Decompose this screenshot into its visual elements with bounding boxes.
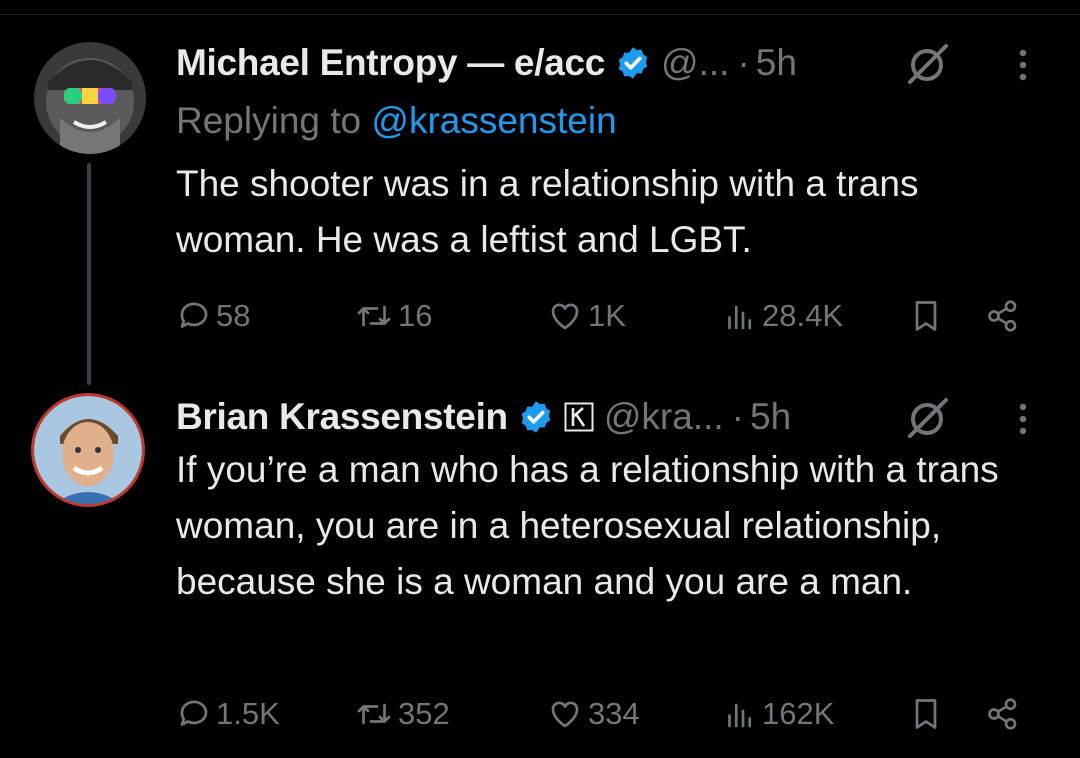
grok-icon[interactable] — [904, 42, 950, 88]
bookmark-button[interactable] — [908, 696, 948, 732]
like-icon — [551, 303, 579, 330]
separator-dot: · — [731, 396, 744, 437]
timestamp[interactable]: 5h — [750, 396, 791, 438]
grok-icon[interactable] — [904, 396, 950, 442]
author-name[interactable]: Michael Entropy — e/acc — [176, 42, 605, 84]
retweet-button[interactable]: 352 — [354, 696, 450, 732]
reply-icon — [180, 302, 208, 328]
action-bar: 1.5K 352 334 162K — [176, 696, 1036, 736]
share-icon — [988, 698, 1017, 730]
k-affiliate-badge-icon[interactable] — [564, 402, 594, 432]
verified-badge-icon — [618, 47, 648, 79]
replying-to: Replying to @krassenstein — [176, 100, 617, 142]
separator-dot: · — [737, 42, 750, 83]
views-icon — [728, 703, 752, 728]
more-icon[interactable] — [1012, 402, 1034, 436]
timestamp[interactable]: 5h — [756, 42, 797, 84]
retweet-count: 16 — [398, 298, 433, 333]
reply-count: 1.5K — [216, 696, 280, 731]
tweet-header: Michael Entropy — e/acc @... · 5h — [176, 38, 797, 88]
views-button[interactable]: 28.4K — [722, 298, 843, 334]
reply-button[interactable]: 1.5K — [176, 696, 280, 732]
like-button[interactable]: 334 — [546, 696, 640, 732]
share-icon — [988, 300, 1017, 332]
avatar[interactable] — [34, 396, 142, 504]
bookmark-icon — [915, 301, 937, 331]
more-icon[interactable] — [1012, 48, 1034, 82]
tweet-text: If you’re a man who has a relationship w… — [176, 449, 999, 602]
views-icon — [728, 305, 752, 330]
verified-badge-icon — [521, 401, 551, 433]
views-button[interactable]: 162K — [722, 696, 834, 732]
bookmark-icon — [915, 699, 937, 729]
replying-handle-link[interactable]: @krassenstein — [371, 100, 616, 141]
author-handle[interactable]: @kra... — [604, 396, 724, 438]
retweet-button[interactable]: 16 — [354, 298, 432, 334]
retweet-icon — [357, 305, 391, 327]
reply-count: 58 — [216, 298, 251, 333]
replying-prefix: Replying to — [176, 100, 362, 141]
share-button[interactable] — [984, 298, 1026, 334]
like-button[interactable]: 1K — [546, 298, 626, 334]
author-name[interactable]: Brian Krassenstein — [176, 396, 508, 438]
tweet-header: Brian Krassenstein @kra... · 5h — [176, 392, 791, 442]
reply-button[interactable]: 58 — [176, 298, 250, 334]
reply-icon — [180, 700, 208, 726]
thread-connector — [87, 163, 91, 385]
avatar[interactable] — [34, 42, 146, 154]
like-count: 1K — [588, 298, 626, 333]
bookmark-button[interactable] — [908, 298, 948, 334]
retweet-count: 352 — [398, 696, 450, 731]
author-handle[interactable]: @... — [661, 42, 729, 84]
share-button[interactable] — [984, 696, 1026, 732]
views-count: 162K — [762, 696, 835, 731]
top-divider — [0, 14, 1080, 15]
like-icon — [551, 701, 579, 728]
views-count: 28.4K — [762, 298, 844, 333]
retweet-icon — [357, 703, 391, 725]
like-count: 334 — [588, 696, 640, 731]
tweet-text: The shooter was in a relationship with a… — [176, 163, 919, 260]
action-bar: 58 16 1K 28.4K — [176, 298, 1036, 338]
